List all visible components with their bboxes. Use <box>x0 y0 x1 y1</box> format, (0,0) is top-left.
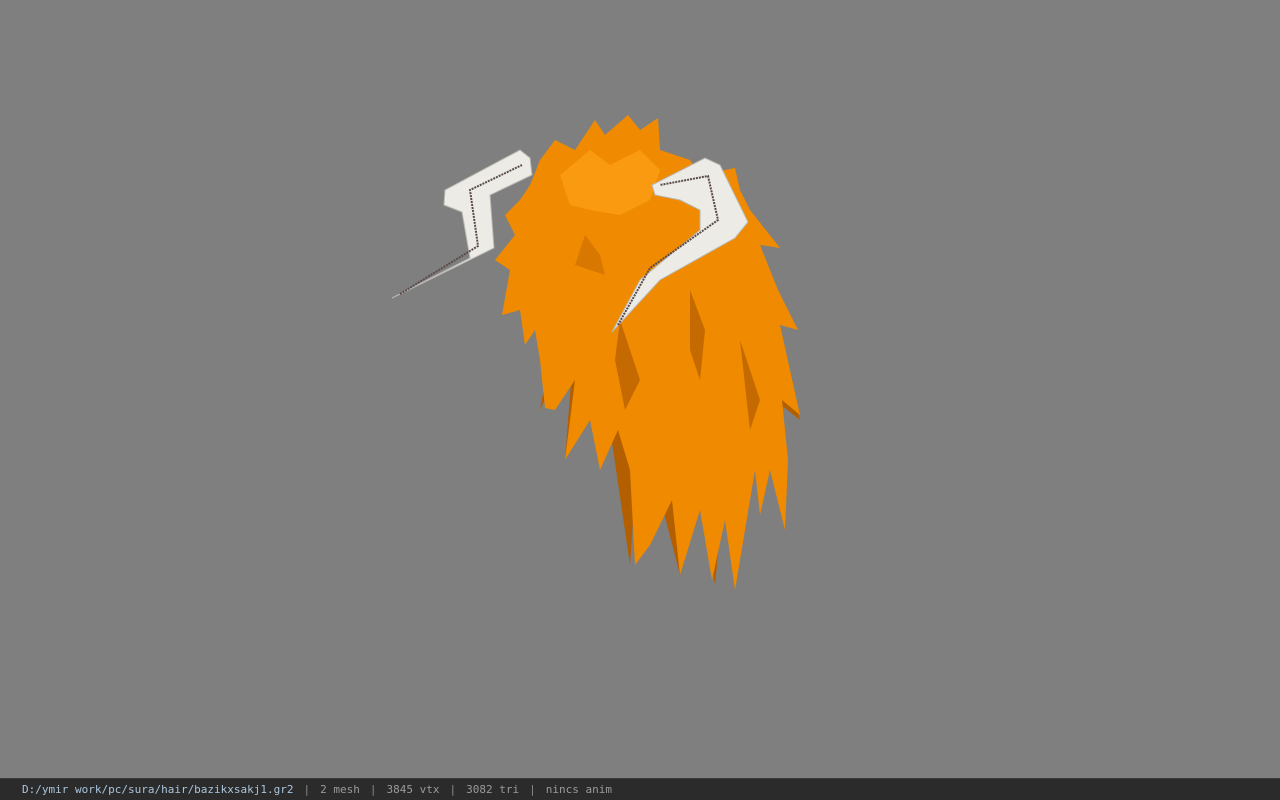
hair-mesh <box>495 115 800 590</box>
3d-viewport[interactable] <box>0 0 1280 778</box>
status-separator: | <box>369 783 377 796</box>
status-separator: | <box>529 783 536 796</box>
status-separator: | <box>303 783 311 796</box>
triangle-count: 3082 tri <box>466 783 520 796</box>
mesh-count: 2 mesh <box>320 783 360 796</box>
status-separator: | <box>449 783 457 796</box>
file-path: D:/ymir work/pc/sura/hair/bazikxsakj1.gr… <box>22 783 294 796</box>
animation-status: nincs anim <box>545 783 612 796</box>
hair-model-render <box>391 115 800 590</box>
vertex-count: 3845 vtx <box>386 783 440 796</box>
status-bar: D:/ymir work/pc/sura/hair/bazikxsakj1.gr… <box>0 778 1280 800</box>
